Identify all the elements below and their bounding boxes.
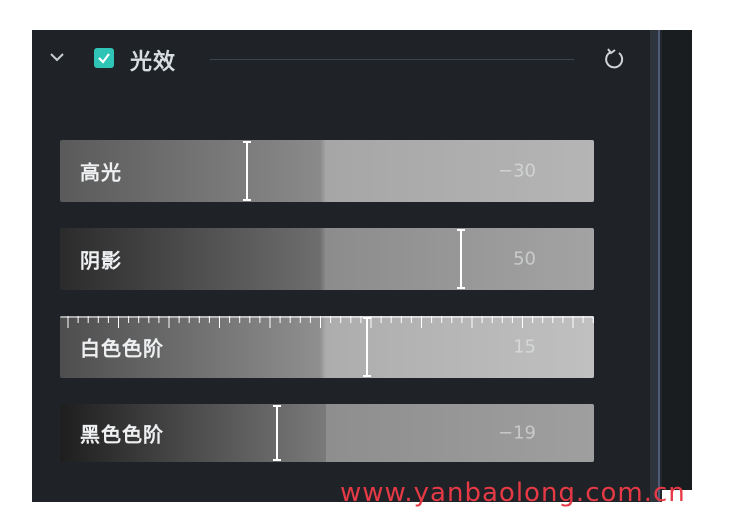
slider-tick-marks [60,316,594,328]
blacks-slider[interactable]: 黑色色阶 −19 [60,404,594,462]
whites-slider[interactable]: 白色色阶 15 [60,316,594,378]
slider-handle[interactable] [362,316,372,378]
light-effects-section-header: 光效 [32,38,650,82]
shadows-slider[interactable]: 阴影 50 [60,228,594,290]
watermark-text: www.yanbaolong.com.cn [340,478,686,508]
slider-value: 50 [513,248,536,270]
adjacent-panel [662,30,692,490]
slider-label: 高光 [80,160,122,185]
light-effects-enable-checkbox[interactable] [94,48,114,68]
header-divider [210,59,574,60]
slider-handle[interactable] [456,228,466,290]
section-title: 光效 [130,50,177,75]
slider-value: 15 [513,336,536,358]
slider-value: −30 [498,160,536,182]
highlights-slider[interactable]: 高光 −30 [60,140,594,202]
panel-scrollbar[interactable] [650,30,662,502]
chevron-down-icon[interactable] [48,48,66,66]
slider-label: 白色色阶 [80,336,164,361]
slider-value: −19 [498,422,536,444]
checkmark-icon [98,53,110,64]
slider-label: 黑色色阶 [80,422,164,447]
slider-handle[interactable] [272,404,282,462]
slider-handle[interactable] [242,140,252,202]
reset-icon[interactable] [602,46,628,72]
screenshot-canvas: 光效 高光 −30 阴影 50 白色色阶 15 黑色色阶 −19 www.yan… [0,0,754,525]
slider-label: 阴影 [80,248,122,273]
